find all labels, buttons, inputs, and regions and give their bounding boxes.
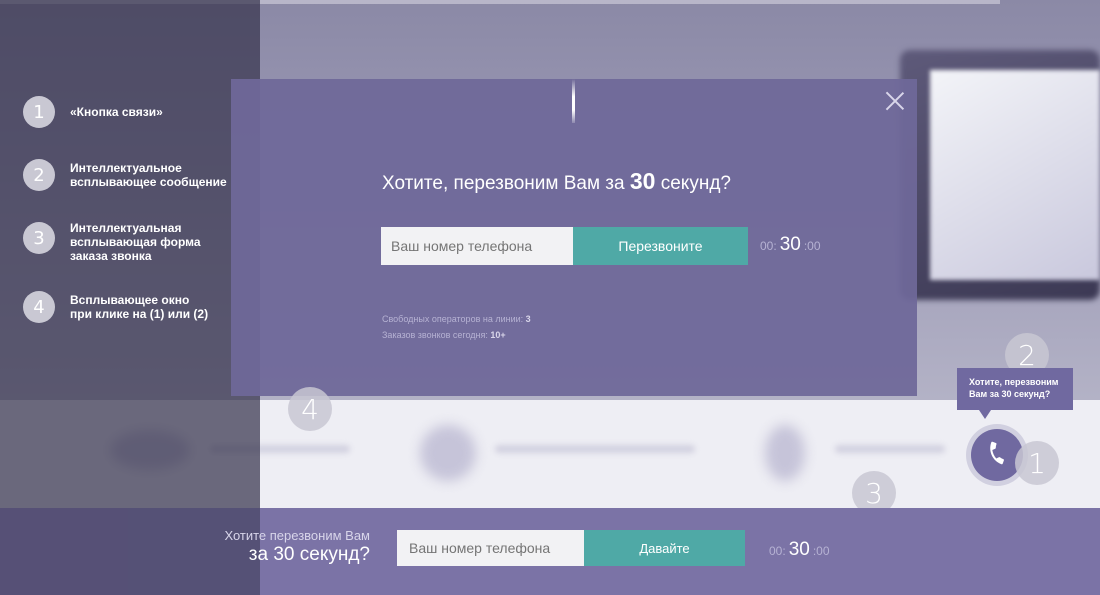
bottom-bar-title-line2: за 30 секунд? <box>248 544 370 565</box>
background-feature-text <box>835 445 945 453</box>
timer-minutes: 00: <box>769 544 786 558</box>
legend-number: 3 <box>23 222 55 254</box>
bottom-callback-bar: Хотите перезвоним Вам за 30 секунд? Дава… <box>0 508 1100 595</box>
countdown-timer: 00: 30 :00 <box>760 234 821 256</box>
legend-label: Интеллектуальная всплывающая форма заказ… <box>70 221 201 263</box>
bottom-bar-title: Хотите перезвоним Вам за 30 секунд? <box>188 528 370 566</box>
close-icon[interactable] <box>885 91 905 111</box>
background-feature-text <box>495 445 695 453</box>
timer-seconds: 30 <box>779 234 801 255</box>
legend-item: 2 Интеллектуальное всплывающее сообщение <box>23 159 250 191</box>
legend-label: «Кнопка связи» <box>70 105 163 119</box>
modal-title: Хотите, перезвоним Вам за 30 секунд? <box>382 168 731 195</box>
orders-line: Заказов звонков сегодня: 10+ <box>382 327 531 343</box>
timer-ms: :00 <box>803 239 821 253</box>
legend-number: 1 <box>23 96 55 128</box>
timer-seconds: 30 <box>788 539 810 560</box>
legend-label: Интеллектуальное всплывающее сообщение <box>70 161 227 189</box>
phone-icon <box>985 441 1009 470</box>
badge-4: 4 <box>288 387 332 431</box>
callback-button[interactable]: Перезвоните <box>573 227 748 265</box>
modal-title-prefix: Хотите, перезвоним Вам за <box>382 173 625 194</box>
bottom-countdown-timer: 00: 30 :00 <box>769 539 830 561</box>
legend-number: 2 <box>23 159 55 191</box>
operators-label: Свободных операторов на линии: <box>382 314 524 324</box>
legend-number: 4 <box>23 291 55 323</box>
operators-line: Свободных операторов на линии: 3 <box>382 311 531 327</box>
legend-item: 4 Всплывающее окно при клике на (1) или … <box>23 291 250 323</box>
modal-title-number: 30 <box>629 168 656 194</box>
timer-ms: :00 <box>812 544 830 558</box>
modal-title-suffix: секунд? <box>660 173 731 194</box>
bottom-phone-input[interactable] <box>397 530 584 566</box>
legend-item: 3 Интеллектуальная всплывающая форма зак… <box>23 221 250 263</box>
popup-message-tooltip[interactable]: Хотите, перезвоним Вам за 30 секунд? <box>957 368 1073 419</box>
bottom-submit-button[interactable]: Давайте <box>584 530 745 566</box>
callback-modal: Хотите, перезвоним Вам за 30 секунд? Пер… <box>231 79 917 396</box>
operators-value: 3 <box>525 314 531 324</box>
legend-label: Всплывающее окно при клике на (1) или (2… <box>70 293 209 321</box>
orders-label: Заказов звонков сегодня: <box>382 330 488 340</box>
background-feature-icon <box>765 425 805 481</box>
background-monitor-screen <box>930 70 1100 280</box>
timer-minutes: 00: <box>760 239 777 253</box>
decorative-line <box>572 79 575 123</box>
legend-item: 1 «Кнопка связи» <box>23 96 250 128</box>
bottom-bar-title-line1: Хотите перезвоним Вам <box>224 528 370 543</box>
phone-input[interactable] <box>381 227 573 265</box>
background-feature-icon <box>420 425 476 481</box>
orders-value: 10+ <box>490 330 506 340</box>
badge-1: 1 <box>1015 441 1059 485</box>
operator-stats: Свободных операторов на линии: 3 Заказов… <box>382 311 531 343</box>
